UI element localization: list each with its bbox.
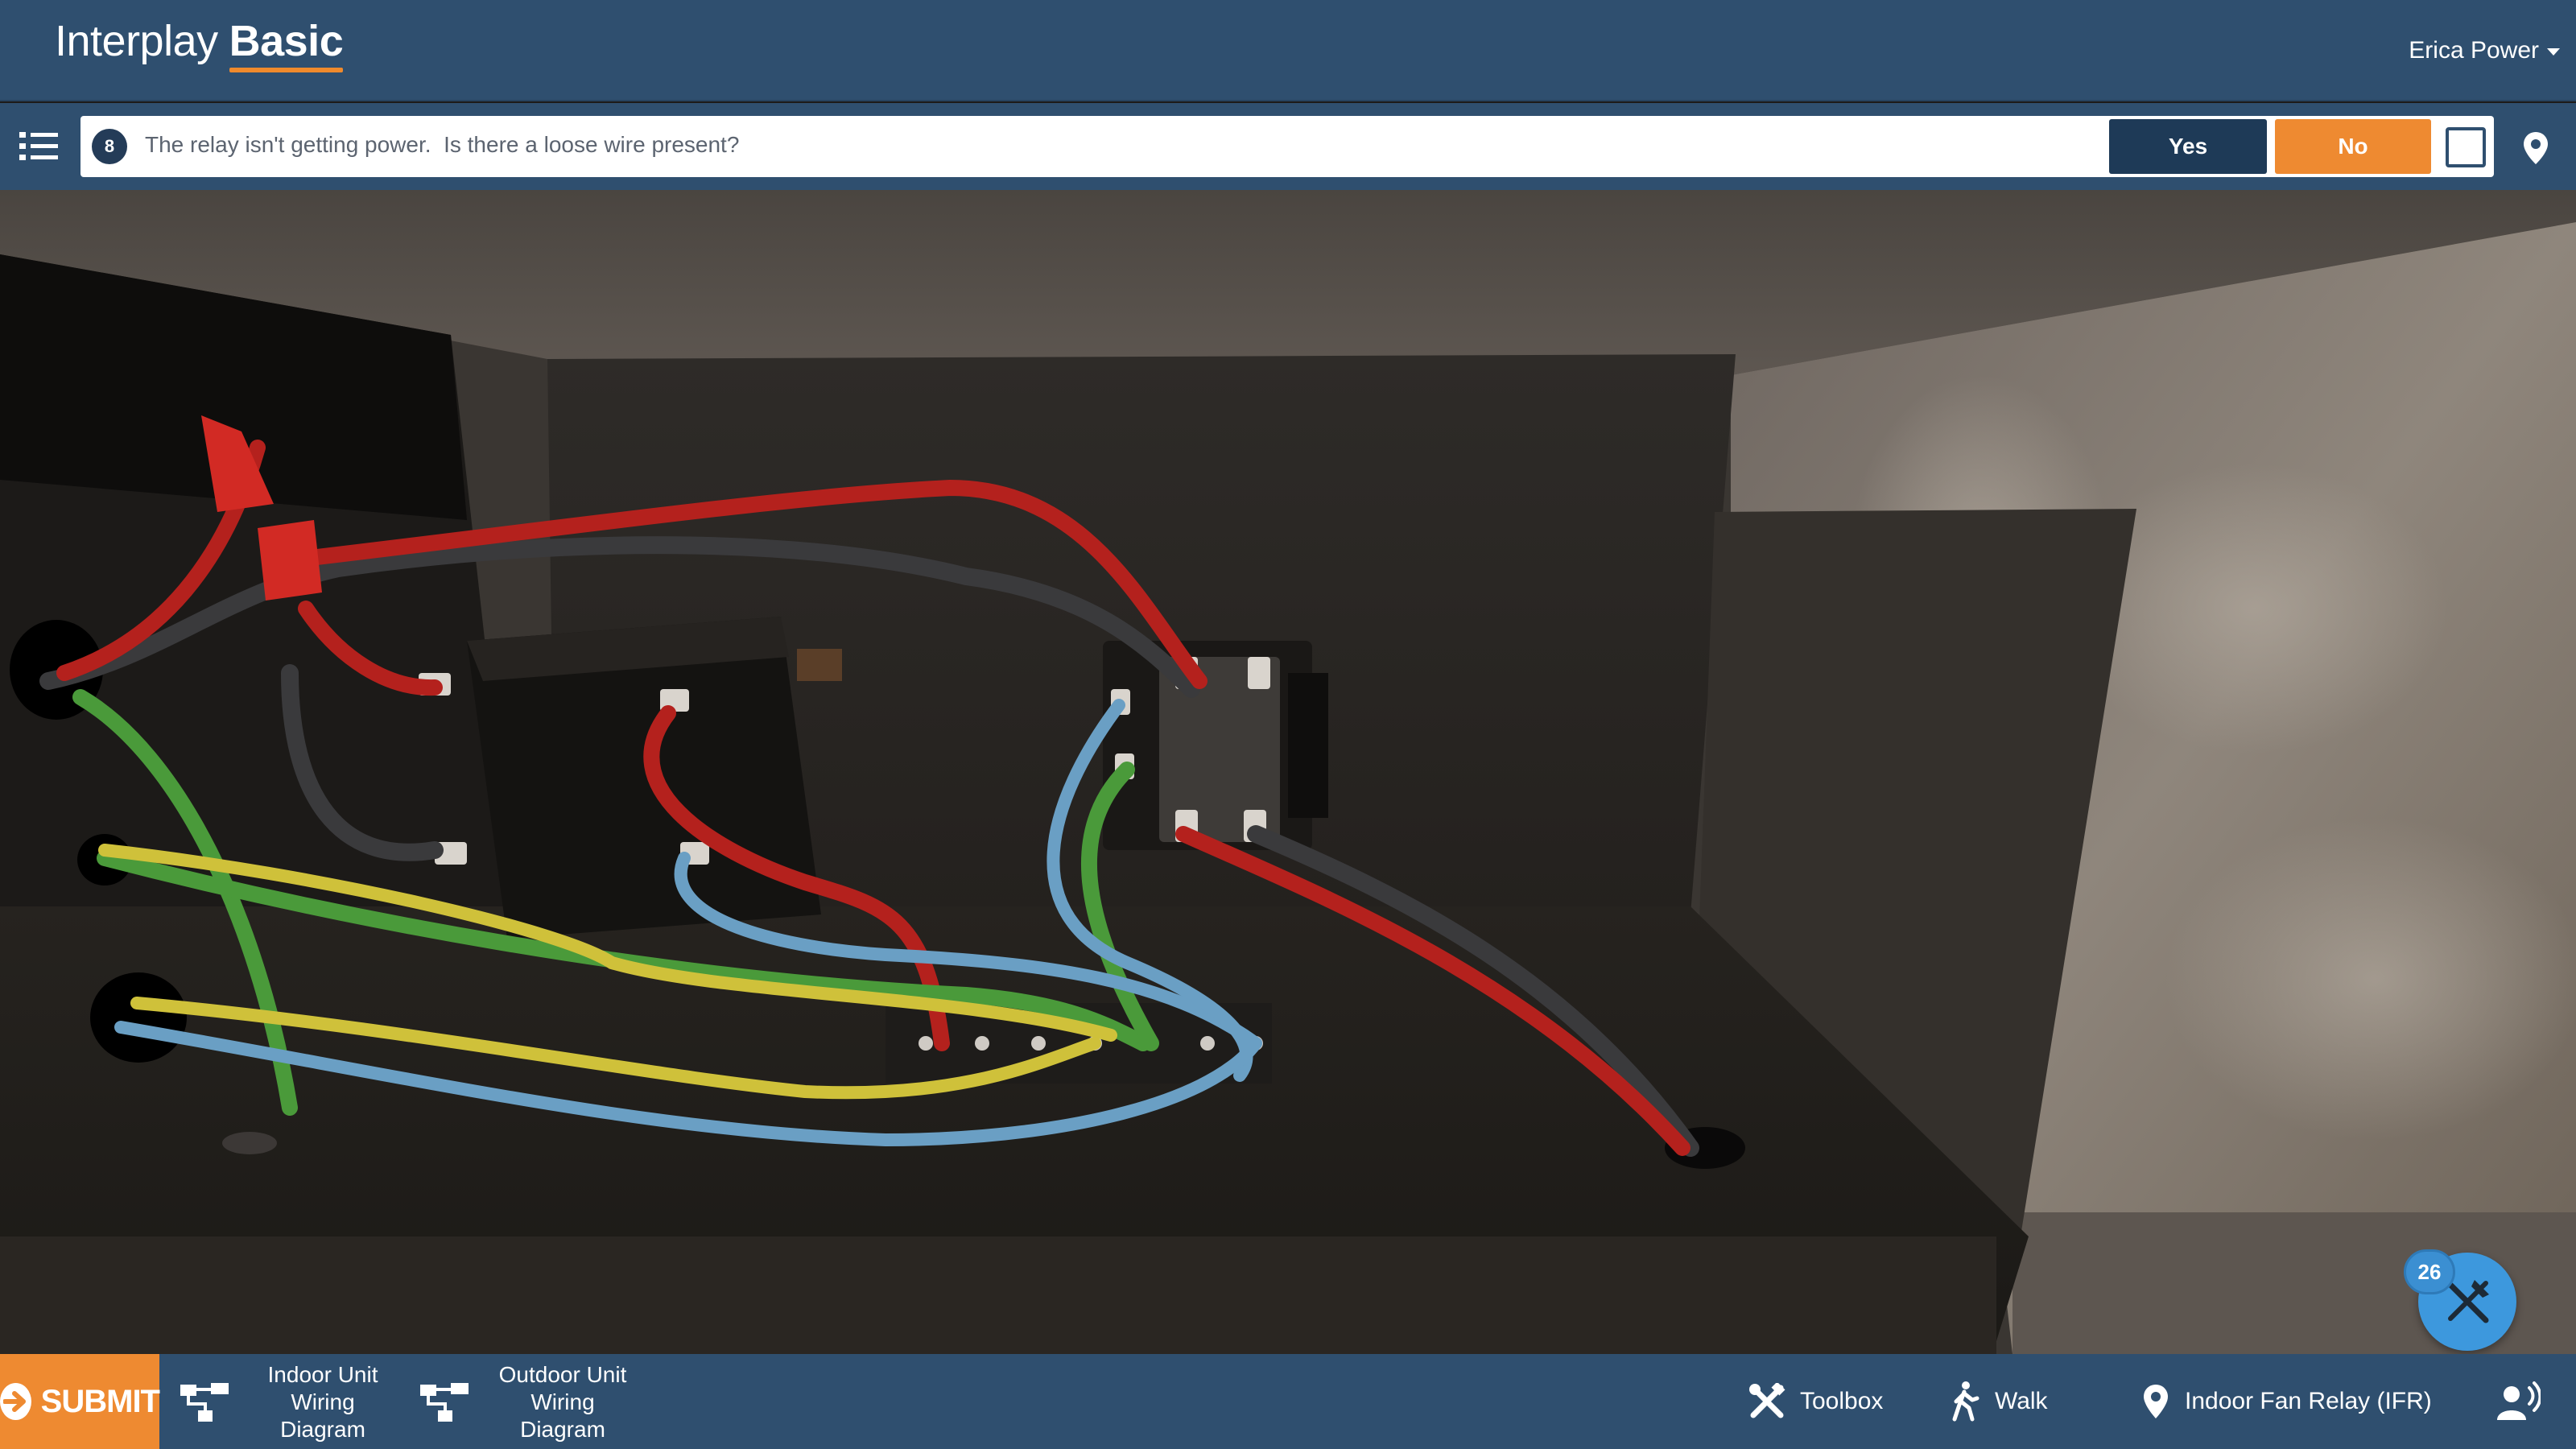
bottom-bar: SUBMIT Indoor Unit Wiring Diagram Outdoo… — [0, 1354, 2576, 1449]
brand-underline — [229, 68, 344, 72]
list-icon[interactable] — [19, 130, 60, 163]
brand-light: Interplay — [55, 17, 218, 65]
app-header: Interplay Basic Erica Power — [0, 0, 2576, 101]
voice-icon — [2497, 1381, 2541, 1420]
submit-button[interactable]: SUBMIT — [0, 1354, 160, 1449]
toolbox-button[interactable]: Toolbox — [1748, 1377, 1883, 1426]
toolbox-label: Toolbox — [1800, 1388, 1884, 1414]
walk-button[interactable]: Walk — [1948, 1377, 2048, 1426]
location-label: Indoor Fan Relay (IFR) — [2185, 1388, 2432, 1414]
arrow-right-icon — [0, 1383, 31, 1420]
question-text: The relay isn't getting power. Is there … — [145, 132, 740, 157]
question-box: 8 The relay isn't getting power. Is ther… — [80, 116, 2494, 177]
location-pin-icon — [2144, 1385, 2168, 1418]
location-pin-icon[interactable] — [2521, 130, 2550, 166]
answer-checkbox[interactable] — [2446, 127, 2486, 167]
scene-viewport[interactable] — [0, 190, 2576, 1354]
user-name: Erica Power — [2409, 37, 2539, 64]
outdoor-diagram-button[interactable]: Outdoor Unit Wiring Diagram — [419, 1360, 639, 1444]
diagram-icon — [420, 1383, 469, 1422]
diagram-icon — [180, 1383, 229, 1422]
no-button[interactable]: No — [2275, 119, 2431, 174]
tools-count-badge: 26 — [2404, 1249, 2455, 1294]
user-menu[interactable]: Erica Power — [2409, 37, 2560, 64]
scene-render[interactable] — [0, 190, 2576, 1354]
voice-button[interactable] — [2496, 1377, 2541, 1426]
caret-down-icon — [2547, 47, 2560, 56]
location-button[interactable]: Indoor Fan Relay (IFR) — [2141, 1377, 2432, 1426]
toolbox-icon — [1749, 1383, 1785, 1418]
submit-label: SUBMIT — [40, 1383, 160, 1419]
walk-icon — [1952, 1381, 1979, 1422]
walk-label: Walk — [1995, 1388, 2048, 1414]
brand-bold: Basic — [229, 16, 344, 72]
brand-logo: Interplay Basic — [55, 16, 344, 72]
outdoor-diagram-label: Outdoor Unit Wiring Diagram — [498, 1362, 627, 1442]
question-row: 8 The relay isn't getting power. Is ther… — [0, 103, 2576, 190]
indoor-diagram-button[interactable]: Indoor Unit Wiring Diagram — [179, 1360, 399, 1444]
brand-bold-text: Basic — [229, 17, 344, 65]
indoor-diagram-label: Indoor Unit Wiring Diagram — [267, 1362, 378, 1442]
question-number: 8 — [92, 129, 127, 164]
yes-button[interactable]: Yes — [2109, 119, 2267, 174]
